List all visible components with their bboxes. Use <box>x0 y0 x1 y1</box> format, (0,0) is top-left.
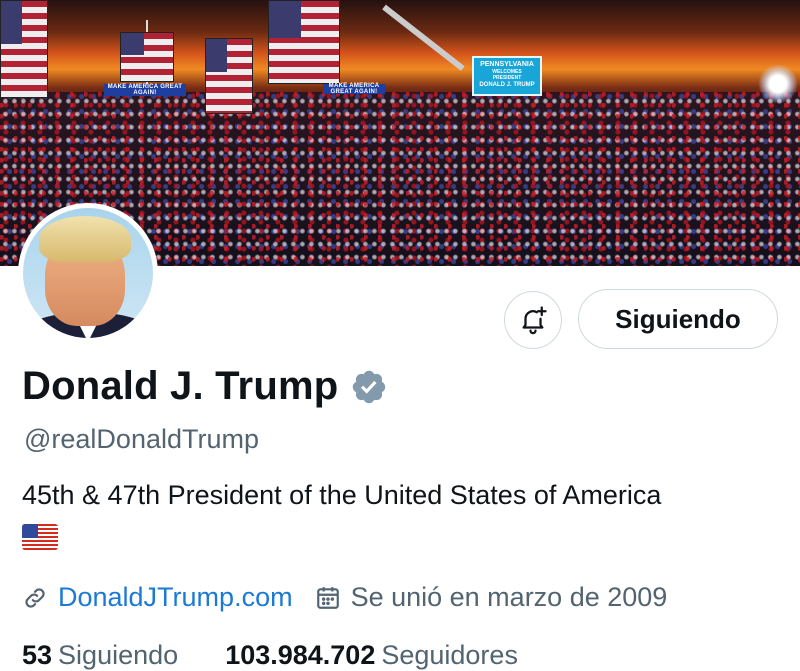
joined-date: Se unió en marzo de 2009 <box>350 582 668 612</box>
following-label: Siguiendo <box>58 640 179 670</box>
banner-flag <box>120 32 174 82</box>
following-stat[interactable]: 53 Siguiendo <box>22 640 178 670</box>
banner-light <box>758 64 798 104</box>
profile-stats: 53 Siguiendo 103.984.702 Seguidores <box>22 640 518 671</box>
notification-bell-button[interactable] <box>504 291 562 349</box>
following-button[interactable]: Siguiendo <box>578 289 778 349</box>
banner-flag <box>205 38 253 114</box>
link-icon <box>25 587 45 608</box>
bell-plus-icon <box>522 306 547 335</box>
profile-handle: @realDonaldTrump <box>24 424 259 454</box>
banner-flag <box>268 0 340 84</box>
profile-name-row: Donald J. Trump <box>22 364 388 409</box>
screen-line: PENNSYLVANIA <box>480 61 534 68</box>
following-count: 53 <box>22 640 53 670</box>
calendar-icon <box>316 586 339 609</box>
banner-crane <box>382 4 465 71</box>
profile-bio: 45th & 47th President of the United Stat… <box>22 480 662 510</box>
profile-avatar[interactable] <box>18 203 158 343</box>
us-flag-icon <box>22 524 58 550</box>
banner-sign-center: MAKE AMERICA GREAT AGAIN! <box>323 83 385 95</box>
followers-stat[interactable]: 103.984.702 Seguidores <box>225 640 518 670</box>
screen-line: DONALD J. TRUMP <box>479 82 535 88</box>
website-link[interactable]: DonaldJTrump.com <box>58 582 293 613</box>
followers-count: 103.984.702 <box>225 640 376 670</box>
avatar-image <box>23 208 153 338</box>
banner-flag <box>0 0 48 98</box>
followers-label: Seguidores <box>381 640 518 670</box>
verified-badge-icon[interactable] <box>350 368 388 406</box>
profile-meta: DonaldJTrump.com Se unió en marzo de 200… <box>22 582 667 613</box>
banner-screen: PENNSYLVANIA WELCOMES PRESIDENT DONALD J… <box>472 56 542 96</box>
display-name: Donald J. Trump <box>22 364 339 408</box>
banner-sign-left: MAKE AMERICA GREAT AGAIN! <box>104 84 186 96</box>
